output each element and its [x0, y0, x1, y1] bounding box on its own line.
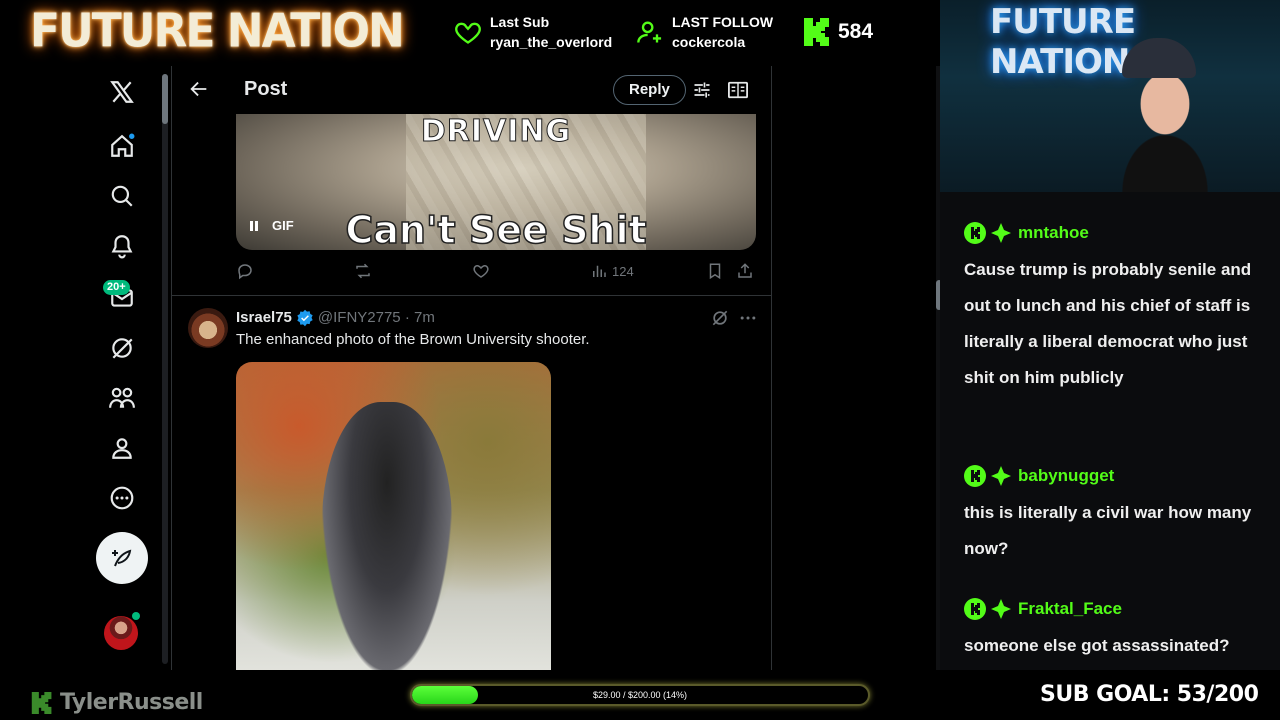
chat-text: Cause trump is probably senile and out t…	[964, 260, 1252, 387]
tweet-image[interactable]	[236, 362, 551, 670]
bar-chart-icon	[590, 262, 608, 280]
grok-icon[interactable]	[710, 308, 730, 328]
x-logo-icon[interactable]	[106, 76, 138, 108]
sliders-icon[interactable]	[692, 80, 712, 100]
gif-media[interactable]: DRIVING Can't See Shit GIF	[236, 114, 756, 250]
last-sub-label: Last Sub	[490, 14, 550, 30]
last-sub-widget: Last Sub ryan_the_overlord	[454, 12, 612, 52]
channel-logo: TylerRussell	[30, 690, 203, 715]
feather-plus-icon	[110, 546, 134, 570]
chat-message: mntahoe Cause trump is probably senile a…	[964, 222, 1264, 396]
goal-text: $29.00 / $200.00 (14%)	[592, 690, 688, 700]
kick-count: 584	[838, 20, 874, 43]
messages-badge: 20+	[103, 280, 130, 295]
kick-logo-icon	[30, 691, 54, 714]
stream-bottom-bar: TylerRussell $29.00 / $200.00 (14%) SUB …	[0, 670, 1280, 720]
chat-username[interactable]: Fraktal_Face	[1018, 599, 1122, 619]
verified-badge-icon	[296, 309, 314, 327]
sparkle-badge-icon	[990, 598, 1012, 620]
page-title: Post	[244, 78, 288, 100]
pause-icon[interactable]	[248, 220, 260, 232]
more-icon[interactable]	[106, 482, 138, 514]
search-icon[interactable]	[106, 180, 138, 212]
chat-panel: mntahoe Cause trump is probably senile a…	[940, 192, 1280, 670]
back-arrow-icon[interactable]	[188, 78, 210, 100]
post-header: Post Reply	[172, 66, 771, 114]
last-follow-label: LAST FOLLOW	[672, 14, 774, 30]
home-icon[interactable]	[106, 130, 138, 162]
tweet-text: The enhanced photo of the Brown Universi…	[236, 331, 590, 348]
author-name[interactable]: Israel75	[236, 308, 292, 328]
brand-logo: FUTURE NATION	[30, 4, 405, 59]
channel-name: TylerRussell	[60, 690, 203, 715]
bookmark-icon[interactable]	[706, 262, 724, 280]
repost-icon[interactable]	[354, 262, 372, 280]
chat-username[interactable]: babynugget	[1018, 466, 1114, 486]
sparkle-badge-icon	[990, 222, 1012, 244]
add-user-icon	[636, 18, 664, 46]
kick-badge-icon	[964, 222, 986, 244]
reply-button[interactable]: Reply	[613, 75, 686, 105]
more-options-icon[interactable]	[738, 308, 758, 328]
kick-viewer-count: 584	[804, 17, 873, 47]
last-follow-user: cockercola	[672, 34, 746, 50]
chat-message: Fraktal_Face someone else got assassinat…	[964, 598, 1264, 664]
like-icon[interactable]	[472, 262, 490, 280]
online-dot	[132, 612, 140, 620]
donation-goal-bar: $29.00 / $200.00 (14%)	[410, 684, 870, 706]
post-column: Post Reply DRIVING Can't See Shit GIF 12…	[172, 66, 772, 670]
last-sub-user: ryan_the_overlord	[490, 34, 613, 50]
bell-icon[interactable]	[106, 230, 138, 262]
account-avatar[interactable]	[104, 616, 138, 650]
sub-goal: SUB GOAL: 53/200	[1040, 682, 1259, 707]
views-count: 124	[612, 263, 634, 279]
reader-mode-icon[interactable]	[727, 80, 749, 100]
avatar[interactable]	[188, 308, 228, 348]
x-sidebar-nav: 20+	[0, 66, 172, 670]
tweet-author: Israel75 @IFNY2775 · 7m	[236, 308, 435, 328]
heart-icon	[454, 18, 482, 46]
stream-top-bar: FUTURE NATION Last Sub ryan_the_overlord…	[0, 0, 940, 66]
communities-icon[interactable]	[106, 382, 138, 414]
post-actions: 124	[236, 262, 756, 282]
compose-post-button[interactable]	[96, 532, 148, 584]
share-icon[interactable]	[736, 262, 754, 280]
reply-icon[interactable]	[236, 262, 254, 280]
divider	[172, 295, 771, 296]
webcam-feed: FUTURE NATION	[940, 0, 1280, 192]
gif-badge: GIF	[272, 218, 294, 233]
chat-text: someone else got assassinated?	[964, 636, 1230, 655]
last-follow-widget: LAST FOLLOW cockercola	[636, 12, 773, 52]
sparkle-badge-icon	[990, 465, 1012, 487]
chat-text: this is literally a civil war how many n…	[964, 503, 1252, 558]
gif-caption-bottom: Can't See Shit	[345, 207, 648, 250]
views-stat[interactable]: 124	[590, 262, 634, 280]
profile-icon[interactable]	[106, 432, 138, 464]
chat-message: babynugget this is literally a civil war…	[964, 465, 1264, 567]
author-handle[interactable]: @IFNY2775 · 7m	[318, 308, 435, 328]
kick-badge-icon	[964, 598, 986, 620]
kick-logo-icon	[804, 18, 830, 46]
kick-badge-icon	[964, 465, 986, 487]
gif-caption-top: DRIVING	[420, 114, 572, 150]
sidebar-scrollbar[interactable]	[162, 74, 168, 664]
chat-username[interactable]: mntahoe	[1018, 223, 1089, 243]
grok-icon[interactable]	[106, 332, 138, 364]
